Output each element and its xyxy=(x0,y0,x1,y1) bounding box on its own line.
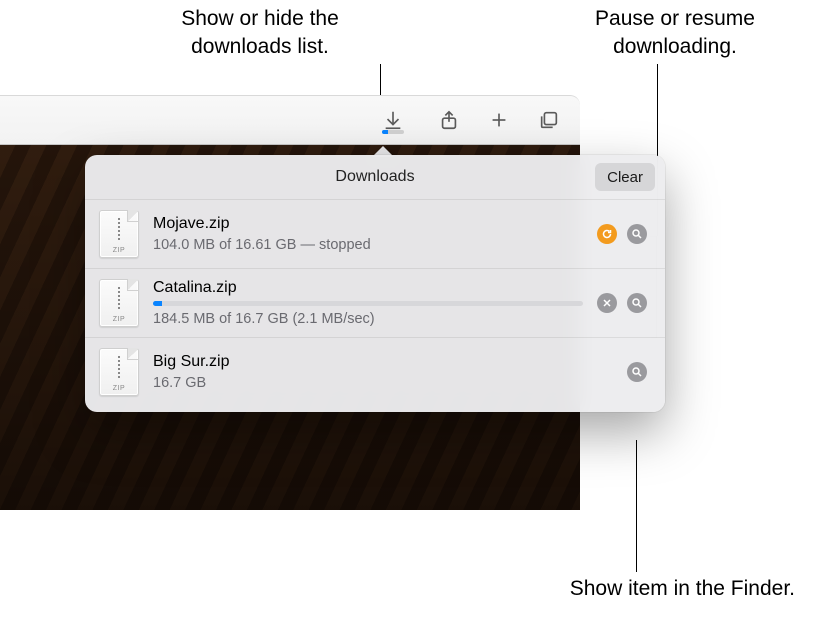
resume-button[interactable] xyxy=(597,224,617,244)
clear-button[interactable]: Clear xyxy=(595,163,655,191)
downloads-button[interactable] xyxy=(382,109,404,131)
download-filename: Mojave.zip xyxy=(153,215,583,233)
callout-line xyxy=(636,440,637,572)
downloads-popover: Downloads Clear ZIP Mojave.zip 104.0 MB … xyxy=(85,155,665,412)
new-tab-icon[interactable] xyxy=(488,109,510,131)
browser-toolbar xyxy=(0,95,580,145)
download-filename: Catalina.zip xyxy=(153,279,583,297)
callout-show-hide: Show or hide the downloads list. xyxy=(140,5,380,62)
download-status: 104.0 MB of 16.61 GB — stopped xyxy=(153,237,583,253)
callout-pause-resume: Pause or resume downloading. xyxy=(555,5,795,62)
reveal-in-finder-button[interactable] xyxy=(627,293,647,313)
reveal-in-finder-button[interactable] xyxy=(627,224,647,244)
download-row: ZIP Mojave.zip 104.0 MB of 16.61 GB — st… xyxy=(85,199,665,268)
zip-file-icon: ZIP xyxy=(99,279,139,327)
tab-overview-icon[interactable] xyxy=(538,109,560,131)
download-filename: Big Sur.zip xyxy=(153,353,613,371)
reveal-in-finder-button[interactable] xyxy=(627,362,647,382)
zip-file-icon: ZIP xyxy=(99,348,139,396)
popover-header: Downloads Clear xyxy=(85,155,665,199)
download-status: 16.7 GB xyxy=(153,375,613,391)
download-progress-bar xyxy=(153,301,583,306)
stop-button[interactable] xyxy=(597,293,617,313)
callout-show-in-finder: Show item in the Finder. xyxy=(455,575,795,603)
download-row: ZIP Big Sur.zip 16.7 GB xyxy=(85,337,665,406)
zip-file-icon: ZIP xyxy=(99,210,139,258)
share-icon[interactable] xyxy=(438,109,460,131)
popover-title: Downloads xyxy=(335,168,414,186)
download-status: 184.5 MB of 16.7 GB (2.1 MB/sec) xyxy=(153,311,583,327)
download-progress-indicator xyxy=(382,130,404,134)
download-row: ZIP Catalina.zip 184.5 MB of 16.7 GB (2.… xyxy=(85,268,665,337)
